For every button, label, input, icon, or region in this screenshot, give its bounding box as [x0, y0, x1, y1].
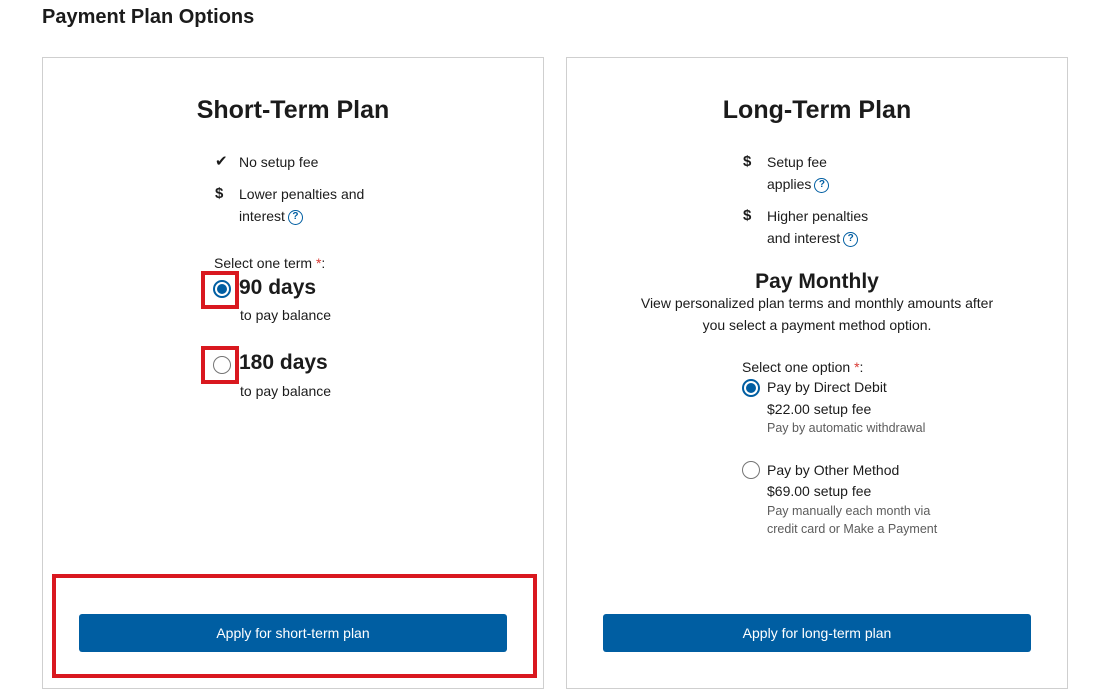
radio-180-days[interactable]	[213, 356, 231, 374]
option-direct-debit-title: Pay by Direct Debit	[767, 379, 887, 395]
apply-long-term-button[interactable]: Apply for long-term plan	[603, 614, 1031, 652]
radio-direct-debit[interactable]	[742, 379, 760, 397]
option-other-method-note: Pay manually each month via credit card …	[767, 504, 938, 536]
dollar-icon: $	[215, 185, 224, 202]
term-180-days-sub: to pay balance	[240, 383, 332, 399]
feature-text-line2: interest	[239, 208, 285, 224]
feature-text-line1: Lower penalties and	[239, 186, 365, 202]
feature-text-line2: and interest	[767, 230, 841, 246]
pay-monthly-title: Pay Monthly	[755, 270, 879, 293]
pay-monthly-description: View personalized plan terms and monthly…	[640, 295, 994, 333]
option-direct-debit-note: Pay by automatic withdrawal	[767, 421, 926, 435]
apply-short-term-button[interactable]: Apply for short-term plan	[79, 614, 507, 652]
feature-text-line1: Higher penalties	[767, 208, 869, 224]
term-180-days-label: 180 days	[239, 351, 328, 374]
check-icon: ✔	[215, 153, 228, 170]
feature-no-setup-fee: ✔ No setup fee	[215, 151, 318, 173]
option-other-method-title: Pay by Other Method	[767, 462, 900, 478]
feature-text-line2: applies	[767, 176, 812, 192]
select-option-label: Select one option *:	[742, 359, 864, 375]
feature-lower-penalties: $ Lower penalties and interest?	[215, 183, 364, 227]
feature-text: No setup fee	[239, 154, 319, 170]
dollar-icon: $	[743, 207, 752, 224]
feature-setup-fee: $ Setup fee applies?	[743, 151, 830, 195]
short-term-plan-card: Short-Term Plan ✔ No setup fee $ Lower p…	[42, 57, 544, 689]
option-other-method-fee: $69.00 setup fee	[767, 483, 872, 499]
page-title: Payment Plan Options	[42, 6, 255, 28]
long-term-plan-title: Long-Term Plan	[722, 96, 912, 124]
short-term-plan-title: Short-Term Plan	[196, 96, 390, 124]
option-direct-debit-fee: $22.00 setup fee	[767, 401, 872, 417]
term-90-days-sub: to pay balance	[240, 307, 332, 323]
help-icon[interactable]: ?	[287, 209, 303, 225]
help-icon[interactable]: ?	[843, 231, 859, 247]
feature-text-line1: Setup fee	[767, 154, 827, 170]
dollar-icon: $	[743, 153, 752, 170]
help-icon[interactable]: ?	[814, 177, 830, 193]
feature-higher-penalties: $ Higher penalties and interest?	[743, 205, 868, 249]
radio-other-method[interactable]	[742, 461, 760, 479]
term-90-days-label: 90 days	[239, 276, 317, 299]
radio-90-days[interactable]	[213, 280, 231, 298]
select-term-label: Select one term *:	[214, 255, 326, 271]
long-term-plan-card: Long-Term Plan $ Setup fee applies? $ Hi…	[566, 57, 1068, 689]
